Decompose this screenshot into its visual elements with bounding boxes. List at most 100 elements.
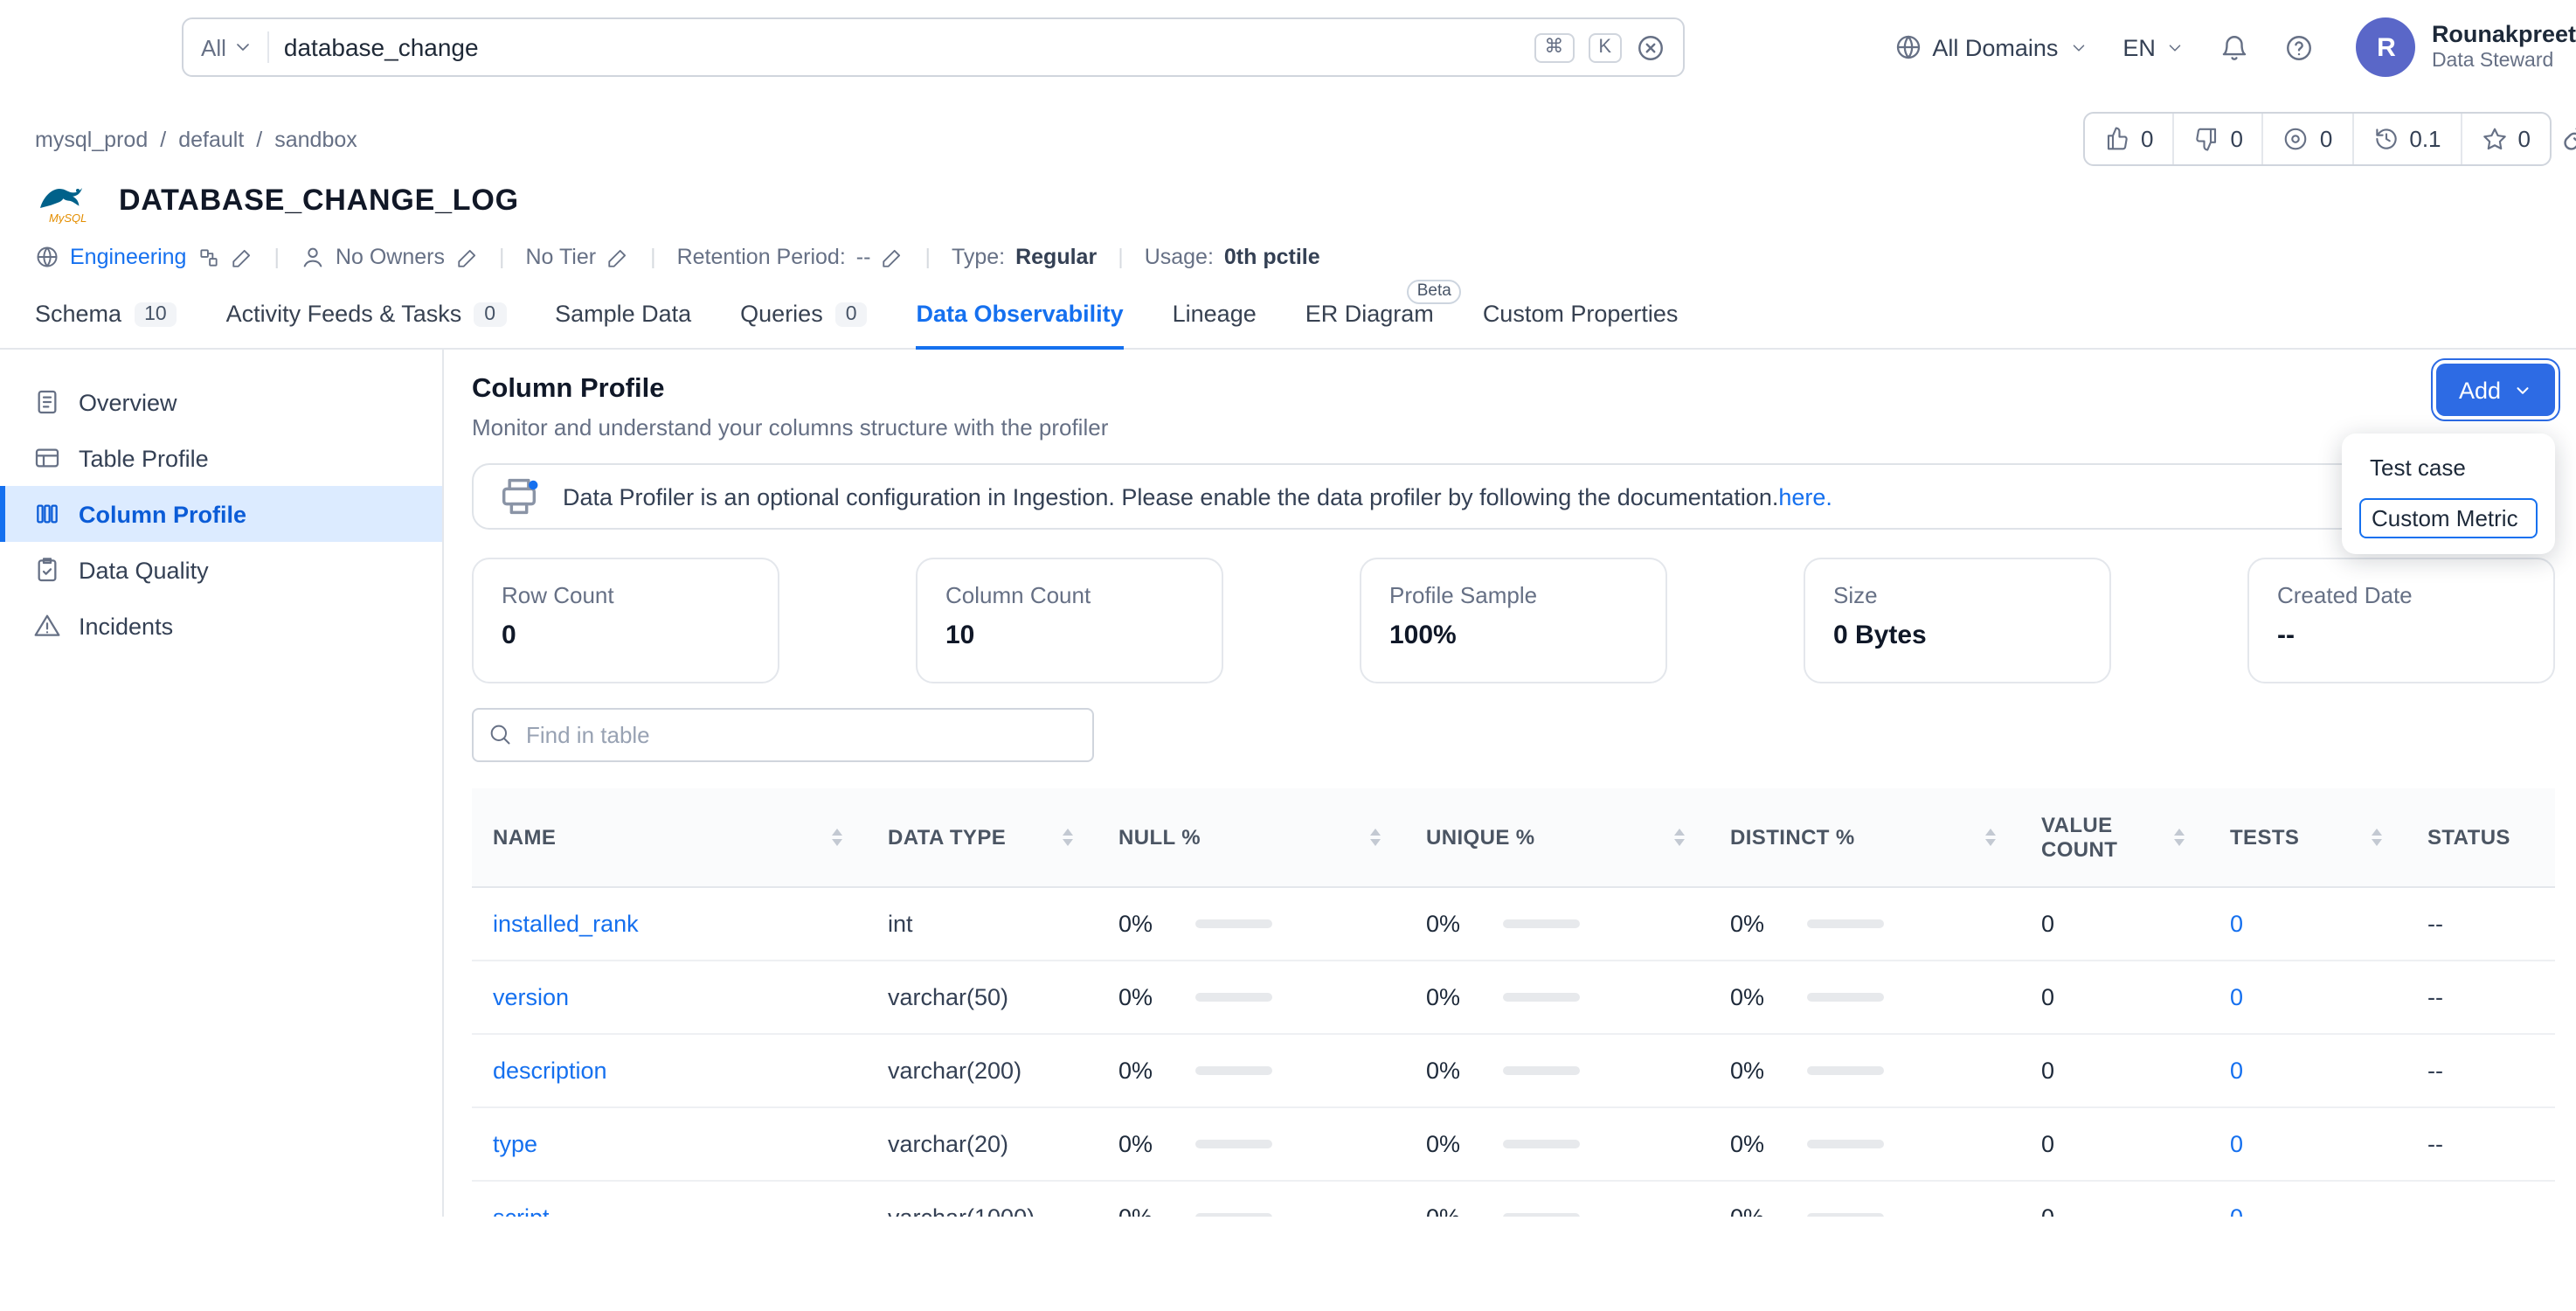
search-scope-select[interactable]: All	[201, 34, 254, 60]
svg-text:MySQL: MySQL	[49, 212, 87, 224]
tab-data-observability[interactable]: Data Observability	[917, 280, 1124, 348]
edit-owners-icon[interactable]	[455, 246, 478, 268]
edit-tier-icon[interactable]	[606, 246, 629, 268]
chevron-down-icon	[2166, 38, 2185, 57]
sidebar-item-column-profile[interactable]: Column Profile	[0, 486, 442, 542]
documentation-link[interactable]: here.	[1778, 483, 1832, 510]
share-link-icon[interactable]	[2562, 122, 2576, 152]
sort-icons[interactable]	[2174, 829, 2185, 846]
overview-icon	[33, 388, 61, 416]
version-button[interactable]: 0.1	[2353, 114, 2462, 164]
column-name-link[interactable]: version	[493, 983, 569, 1009]
find-in-table	[472, 708, 1094, 762]
user-menu[interactable]: R Rounakpreet Data Steward	[2357, 17, 2576, 77]
null-pct: 0%	[1118, 1057, 1195, 1083]
breadcrumb-schema[interactable]: sandbox	[274, 127, 357, 151]
breadcrumb-database[interactable]: default	[178, 127, 244, 151]
col-header-value-count[interactable]: VALUE COUNT	[2020, 788, 2209, 886]
tab-count: 0	[474, 302, 506, 326]
add-button[interactable]: Add	[2436, 364, 2555, 416]
star-button[interactable]: 0	[2462, 114, 2550, 164]
top-bar: All ⌘ K All Domains EN R	[0, 0, 2576, 94]
tab-queries[interactable]: Queries0	[740, 280, 867, 348]
edit-domain-icon[interactable]	[230, 246, 253, 268]
tab-activity-feeds[interactable]: Activity Feeds & Tasks0	[226, 280, 506, 348]
sidebar-item-incidents[interactable]: Incidents	[0, 598, 442, 654]
sort-icons[interactable]	[1063, 829, 1073, 846]
edit-retention-icon[interactable]	[881, 246, 904, 268]
meta-separator: |	[921, 245, 934, 269]
clear-search-icon[interactable]	[1636, 32, 1665, 62]
tab-custom-properties[interactable]: Custom Properties	[1483, 280, 1679, 348]
downvote-button[interactable]: 0	[2174, 114, 2263, 164]
usage-value: 0th pctile	[1224, 245, 1320, 269]
domain-link[interactable]: Engineering	[70, 245, 186, 269]
column-name-link[interactable]: type	[493, 1130, 537, 1156]
tab-er-diagram[interactable]: ER DiagramBeta	[1305, 280, 1434, 348]
menu-item-test-case[interactable]: Test case	[2359, 449, 2538, 486]
distinct-pct: 0%	[1730, 983, 1807, 1009]
col-header-name[interactable]: NAME	[472, 788, 867, 886]
tasks-count: 0	[2320, 126, 2332, 152]
col-header-unique[interactable]: UNIQUE %	[1405, 788, 1709, 886]
version-history-icon	[2372, 126, 2399, 152]
kbd-k: K	[1588, 32, 1622, 62]
col-header-status: STATUS	[2406, 788, 2555, 886]
col-header-data-type[interactable]: DATA TYPE	[867, 788, 1098, 886]
upvote-button[interactable]: 0	[2085, 114, 2174, 164]
retention-value: --	[856, 245, 871, 269]
tab-count: 10	[134, 302, 177, 326]
breadcrumb-separator: /	[256, 127, 262, 151]
tab-schema[interactable]: Schema10	[35, 280, 177, 348]
avatar[interactable]: R	[2357, 17, 2416, 77]
sidebar-item-overview[interactable]: Overview	[0, 374, 442, 430]
language-dropdown[interactable]: EN	[2122, 34, 2185, 60]
data-type-cell: varchar(1000)	[867, 1180, 1098, 1217]
tests-link[interactable]: 0	[2230, 1057, 2243, 1083]
tasks-button[interactable]: 0	[2264, 114, 2353, 164]
global-search[interactable]: All ⌘ K	[182, 17, 1685, 77]
progress-bar	[1195, 1212, 1272, 1217]
tests-link[interactable]: 0	[2230, 910, 2243, 936]
upvote-count: 0	[2141, 126, 2153, 152]
tests-link[interactable]: 0	[2230, 1203, 2243, 1217]
sort-icons[interactable]	[1985, 829, 1996, 846]
version-number: 0.1	[2409, 126, 2441, 152]
kbd-cmd: ⌘	[1534, 32, 1574, 62]
retention-label: Retention Period:	[677, 245, 846, 269]
sort-icons[interactable]	[832, 829, 842, 846]
breadcrumb-service[interactable]: mysql_prod	[35, 127, 148, 151]
col-header-tests[interactable]: TESTS	[2209, 788, 2406, 886]
column-name-link[interactable]: description	[493, 1057, 607, 1083]
add-dropdown-menu: Test case Custom Metric	[2342, 434, 2555, 554]
sort-icons[interactable]	[1370, 829, 1381, 846]
sort-icons[interactable]	[2372, 829, 2382, 846]
null-pct: 0%	[1118, 910, 1195, 936]
help-icon[interactable]	[2285, 32, 2315, 62]
tab-sample-data[interactable]: Sample Data	[555, 280, 691, 348]
domain-meta: Engineering	[35, 245, 253, 269]
column-name-link[interactable]: script	[493, 1203, 550, 1217]
sidebar-item-table-profile[interactable]: Table Profile	[0, 430, 442, 486]
domains-dropdown[interactable]: All Domains	[1894, 33, 2088, 61]
breadcrumb-separator: /	[160, 127, 166, 151]
sidebar-item-data-quality[interactable]: Data Quality	[0, 542, 442, 598]
meta-separator: |	[1114, 245, 1127, 269]
entity-meta: Engineering | No Owners | No Tier | Rete…	[0, 224, 2576, 269]
find-in-table-input[interactable]	[472, 708, 1094, 762]
meta-separator: |	[270, 245, 283, 269]
tests-link[interactable]: 0	[2230, 983, 2243, 1009]
value-count-cell: 0	[2020, 1180, 2209, 1217]
col-header-null[interactable]: NULL %	[1098, 788, 1405, 886]
column-name-link[interactable]: installed_rank	[493, 910, 639, 936]
tests-link[interactable]: 0	[2230, 1130, 2243, 1156]
breadcrumb-row: mysql_prod / default / sandbox 0 0 0 0.1	[0, 94, 2576, 166]
menu-item-custom-metric[interactable]: Custom Metric	[2359, 498, 2538, 538]
sort-icons[interactable]	[1674, 829, 1685, 846]
retention-meta: Retention Period: --	[677, 245, 904, 269]
incidents-icon	[33, 612, 61, 640]
col-header-distinct[interactable]: DISTINCT %	[1709, 788, 2020, 886]
tab-lineage[interactable]: Lineage	[1173, 280, 1257, 348]
notifications-bell-icon[interactable]	[2220, 32, 2250, 62]
search-input[interactable]	[284, 33, 1520, 61]
